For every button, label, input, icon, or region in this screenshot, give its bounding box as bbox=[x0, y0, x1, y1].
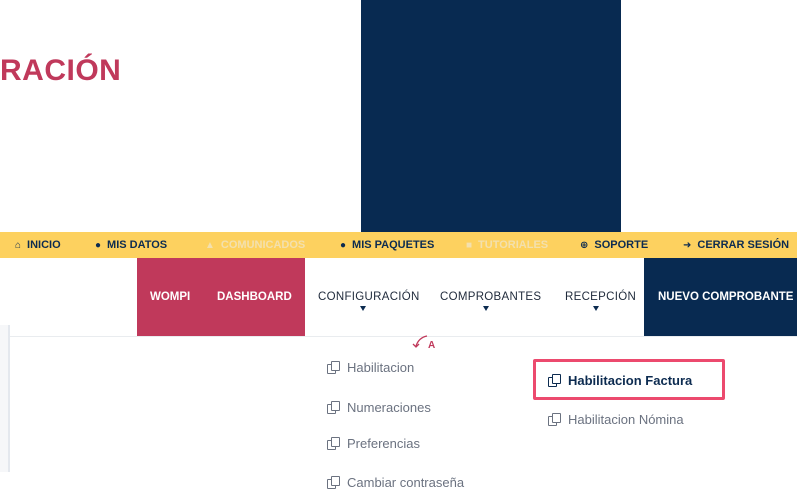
dropdown-item-preferencias[interactable]: Preferencias bbox=[327, 432, 420, 454]
topbar-item-mis-paquetes[interactable]: ● MIS PAQUETES bbox=[340, 232, 434, 258]
dropdown-item-habilitacion[interactable]: Habilitacion bbox=[327, 356, 414, 378]
topbar-item-tutoriales[interactable]: ■ TUTORIALES bbox=[466, 232, 548, 258]
lifebuoy-icon: ⊕ bbox=[580, 239, 589, 251]
submenu-item-habilitacion-factura[interactable]: Habilitacion Factura bbox=[548, 370, 692, 390]
copy-icon bbox=[548, 413, 561, 426]
nav-divider bbox=[0, 336, 797, 337]
video-icon: ■ bbox=[466, 239, 473, 251]
bell-icon: ▲ bbox=[205, 239, 215, 251]
topbar-item-label: SOPORTE bbox=[594, 239, 649, 251]
nav-item-recepcion[interactable]: RECEPCIÓN bbox=[565, 258, 636, 336]
topbar-item-inicio[interactable]: ⌂ INICIO bbox=[15, 232, 61, 258]
dropdown-item-label: Habilitacion bbox=[347, 359, 415, 375]
chevron-down-icon bbox=[483, 306, 489, 311]
hero-banner bbox=[361, 0, 621, 232]
dropdown-item-label: Cambiar contraseña bbox=[347, 474, 465, 490]
annotation-label: A bbox=[428, 340, 436, 351]
left-panel-body bbox=[0, 325, 8, 472]
copy-icon bbox=[327, 437, 340, 450]
topbar-item-label: INICIO bbox=[27, 239, 61, 251]
copy-icon bbox=[327, 476, 340, 489]
topbar-item-label: MIS DATOS bbox=[107, 239, 168, 251]
copy-icon bbox=[548, 374, 561, 387]
submenu-item-label: Habilitacion Nómina bbox=[568, 411, 684, 427]
topbar-item-label: CERRAR SESIÓN bbox=[697, 239, 790, 251]
topbar-item-label: MIS PAQUETES bbox=[352, 239, 435, 251]
submenu-item-label: Habilitacion Factura bbox=[568, 372, 693, 388]
logout-icon: ➜ bbox=[683, 239, 692, 251]
dropdown-item-numeraciones[interactable]: Numeraciones bbox=[327, 396, 431, 418]
top-bar: ⌂ INICIO ● MIS DATOS ▲ COMUNICADOS ● MIS… bbox=[0, 232, 797, 258]
info-icon: ● bbox=[95, 239, 102, 251]
info-icon: ● bbox=[340, 239, 347, 251]
copy-icon bbox=[327, 361, 340, 374]
copy-icon bbox=[327, 401, 340, 414]
main-nav: WOMPI DASHBOARD CONFIGURACIÓN COMPROBANT… bbox=[0, 258, 797, 337]
configuracion-dropdown: Habilitacion Numeraciones Preferencias C… bbox=[305, 338, 523, 490]
dropdown-item-label: Numeraciones bbox=[347, 399, 431, 415]
topbar-item-cerrar-sesion[interactable]: ➜ CERRAR SESIÓN bbox=[683, 232, 789, 258]
topbar-item-soporte[interactable]: ⊕ SOPORTE bbox=[580, 232, 648, 258]
topbar-item-label: COMUNICADOS bbox=[220, 239, 306, 251]
page-title: RACIÓN bbox=[0, 54, 122, 87]
chevron-down-icon bbox=[593, 306, 599, 311]
nav-item-wompi[interactable]: WOMPI bbox=[150, 258, 190, 336]
topbar-item-mis-datos[interactable]: ● MIS DATOS bbox=[95, 232, 167, 258]
nav-item-comprobantes[interactable]: COMPROBANTES bbox=[440, 258, 541, 336]
nav-item-dashboard[interactable]: DASHBOARD bbox=[217, 258, 292, 336]
home-icon: ⌂ bbox=[15, 239, 22, 251]
topbar-item-comunicados[interactable]: ▲ COMUNICADOS bbox=[205, 232, 305, 258]
nav-item-nuevo-comprobante[interactable]: NUEVO COMPROBANTE bbox=[658, 258, 793, 336]
dropdown-item-label: Preferencias bbox=[347, 435, 420, 451]
dropdown-item-cambiar-contrasena[interactable]: Cambiar contraseña bbox=[327, 471, 464, 490]
nav-item-configuracion[interactable]: CONFIGURACIÓN bbox=[318, 258, 420, 336]
topbar-item-label: TUTORIALES bbox=[478, 239, 549, 251]
chevron-down-icon bbox=[360, 306, 366, 311]
submenu-item-habilitacion-nomina[interactable]: Habilitacion Nómina bbox=[548, 409, 684, 429]
